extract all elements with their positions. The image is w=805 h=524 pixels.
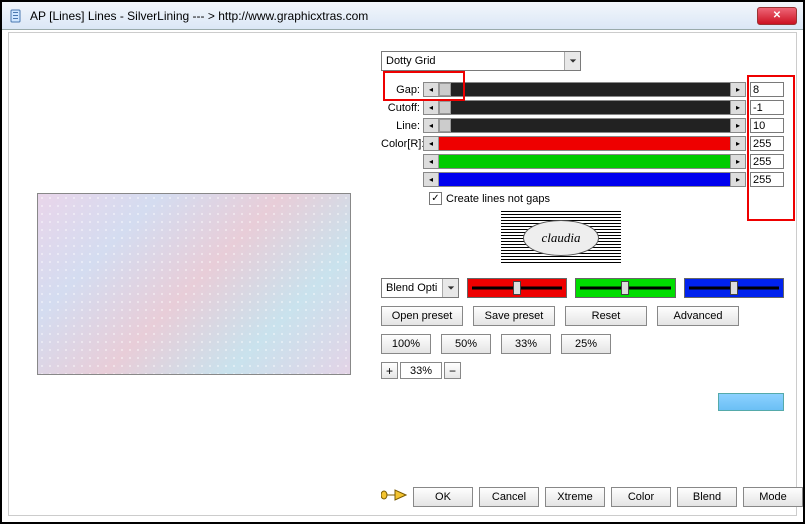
param-gap-label: Gap: [381, 84, 423, 96]
blend-slider-green[interactable] [575, 278, 675, 298]
param-gap-slider[interactable]: ◂▸ [423, 82, 746, 97]
client-area: Dotty Grid Gap: ◂▸ 8 Cutoff: ◂▸ -1 Line:… [8, 32, 797, 516]
arrow-right-icon[interactable]: ▸ [730, 173, 745, 186]
ok-button[interactable]: OK [413, 487, 473, 507]
pointer-hand-icon [381, 486, 407, 507]
param-gap: Gap: ◂▸ 8 [381, 81, 784, 98]
arrow-right-icon[interactable]: ▸ [730, 119, 745, 132]
create-lines-checkbox[interactable]: ✓ [429, 192, 442, 205]
param-color-r: Color[R]: ◂▸ 255 [381, 135, 784, 152]
cancel-button[interactable]: Cancel [479, 487, 539, 507]
param-color-g: ◂▸ 255 [381, 153, 784, 170]
param-color-b: ◂▸ 255 [381, 171, 784, 188]
chevron-down-icon [564, 52, 580, 70]
blend-row: Blend Opti [381, 278, 784, 298]
window-title: AP [Lines] Lines - SilverLining --- > ht… [30, 9, 757, 23]
arrow-right-icon[interactable]: ▸ [730, 101, 745, 114]
mode-button[interactable]: Mode [743, 487, 803, 507]
preset-combo-text: Dotty Grid [382, 55, 564, 67]
arrow-left-icon[interactable]: ◂ [424, 83, 439, 96]
create-lines-label: Create lines not gaps [446, 193, 550, 205]
blend-combo[interactable]: Blend Opti [381, 278, 459, 298]
watermark-text: claudia [523, 220, 599, 256]
advanced-button[interactable]: Advanced [657, 306, 739, 326]
zoom-row: + 33% − [381, 362, 784, 379]
percent-33-button[interactable]: 33% [501, 334, 551, 354]
param-line: Line: ◂▸ 10 [381, 117, 784, 134]
param-color-b-slider[interactable]: ◂▸ [423, 172, 746, 187]
watermark-logo: claudia [501, 211, 621, 265]
open-preset-button[interactable]: Open preset [381, 306, 463, 326]
zoom-value[interactable]: 33% [400, 362, 442, 379]
blend-combo-text: Blend Opti [382, 282, 442, 294]
close-icon: ✕ [773, 10, 781, 21]
blend-slider-red[interactable] [467, 278, 567, 298]
reset-button[interactable]: Reset [565, 306, 647, 326]
param-gap-value[interactable]: 8 [750, 82, 784, 97]
percent-50-button[interactable]: 50% [441, 334, 491, 354]
preset-buttons-row: Open preset Save preset Reset Advanced [381, 306, 784, 326]
xtreme-button[interactable]: Xtreme [545, 487, 605, 507]
param-cutoff-value[interactable]: -1 [750, 100, 784, 115]
preset-combo[interactable]: Dotty Grid [381, 51, 581, 71]
param-color-g-slider[interactable]: ◂▸ [423, 154, 746, 169]
preview-image [37, 193, 351, 375]
param-cutoff-label: Cutoff: [381, 102, 423, 114]
arrow-left-icon[interactable]: ◂ [424, 119, 439, 132]
dialog-buttons-row: OK Cancel Xtreme Color Blend Mode [381, 486, 803, 507]
app-icon [8, 8, 24, 24]
param-color-r-label: Color[R]: [381, 138, 423, 150]
arrow-left-icon[interactable]: ◂ [424, 173, 439, 186]
create-lines-row: ✓ Create lines not gaps [429, 192, 784, 205]
param-line-slider[interactable]: ◂▸ [423, 118, 746, 133]
param-cutoff: Cutoff: ◂▸ -1 [381, 99, 784, 116]
color-button[interactable]: Color [611, 487, 671, 507]
blend-slider-blue[interactable] [684, 278, 784, 298]
percent-25-button[interactable]: 25% [561, 334, 611, 354]
window-frame: AP [Lines] Lines - SilverLining --- > ht… [0, 0, 805, 524]
titlebar[interactable]: AP [Lines] Lines - SilverLining --- > ht… [2, 2, 803, 30]
color-swatch[interactable] [718, 393, 784, 411]
param-cutoff-slider[interactable]: ◂▸ [423, 100, 746, 115]
zoom-out-button[interactable]: − [444, 362, 461, 379]
lower-controls: Blend Opti Open preset Save preset Reset… [381, 278, 784, 379]
controls-panel: Dotty Grid Gap: ◂▸ 8 Cutoff: ◂▸ -1 Line:… [381, 51, 784, 507]
blend-button[interactable]: Blend [677, 487, 737, 507]
param-color-b-value[interactable]: 255 [750, 172, 784, 187]
arrow-right-icon[interactable]: ▸ [730, 155, 745, 168]
arrow-left-icon[interactable]: ◂ [424, 101, 439, 114]
param-line-label: Line: [381, 120, 423, 132]
save-preset-button[interactable]: Save preset [473, 306, 555, 326]
percent-100-button[interactable]: 100% [381, 334, 431, 354]
param-color-r-slider[interactable]: ◂▸ [423, 136, 746, 151]
close-button[interactable]: ✕ [757, 7, 797, 25]
param-line-value[interactable]: 10 [750, 118, 784, 133]
arrow-left-icon[interactable]: ◂ [424, 137, 439, 150]
chevron-down-icon [442, 279, 458, 297]
zoom-in-button[interactable]: + [381, 362, 398, 379]
percent-buttons-row: 100% 50% 33% 25% [381, 334, 784, 354]
arrow-right-icon[interactable]: ▸ [730, 137, 745, 150]
arrow-left-icon[interactable]: ◂ [424, 155, 439, 168]
param-color-g-value[interactable]: 255 [750, 154, 784, 169]
param-color-r-value[interactable]: 255 [750, 136, 784, 151]
arrow-right-icon[interactable]: ▸ [730, 83, 745, 96]
